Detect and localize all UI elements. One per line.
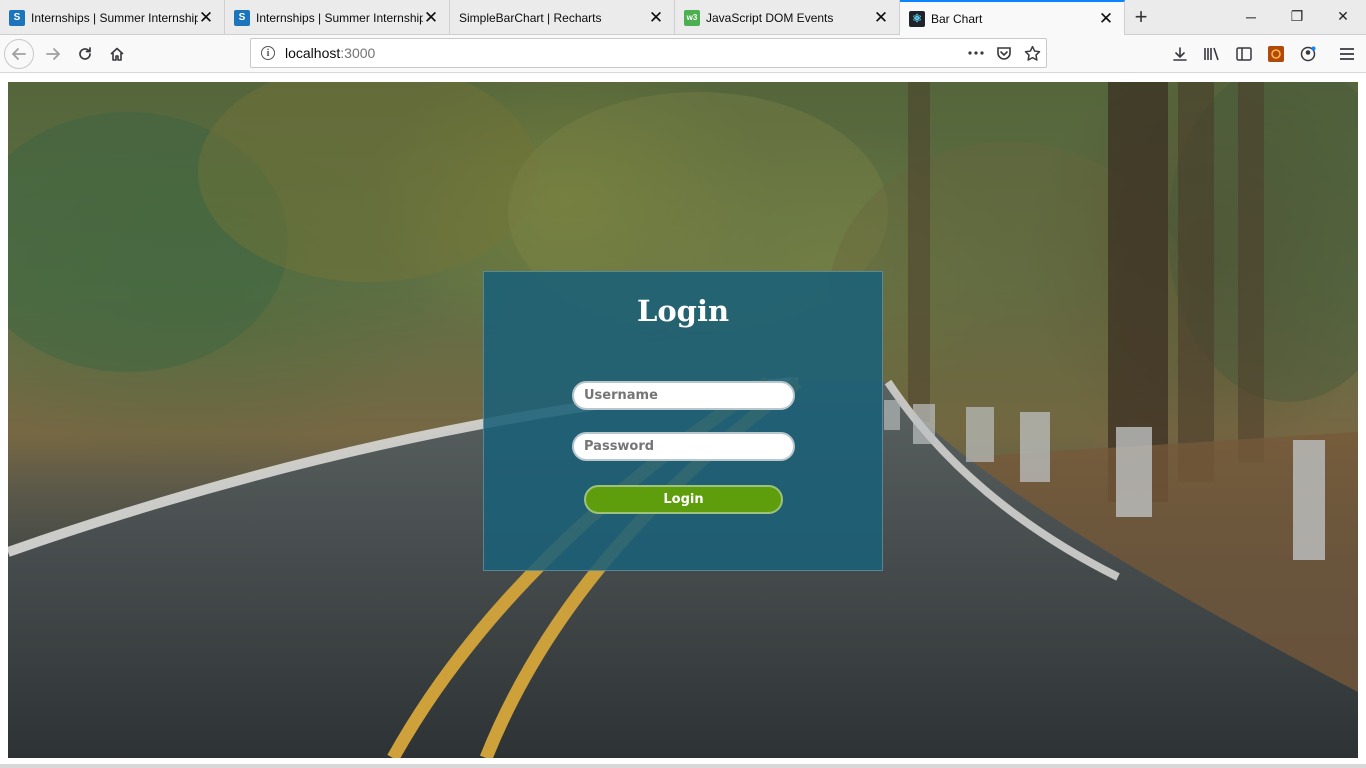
star-icon — [1024, 45, 1040, 61]
tab-internships-1[interactable]: S Internships | Summer Internships ✕ — [0, 0, 225, 35]
forward-arrow-icon — [46, 48, 60, 60]
tab-close-icon[interactable]: ✕ — [648, 8, 664, 27]
forward-button[interactable] — [38, 39, 68, 69]
w3schools-favicon-icon: w3 — [684, 9, 700, 26]
navigation-toolbar: i localhost:3000 — [0, 35, 1366, 73]
tab-title: Bar Chart — [931, 11, 983, 26]
reload-icon — [79, 47, 91, 60]
bookmark-button[interactable] — [1018, 39, 1046, 67]
more-dots-icon — [968, 51, 984, 55]
downloads-button[interactable] — [1165, 39, 1195, 69]
tab-title: SimpleBarChart | Recharts — [459, 10, 602, 25]
sidebar-icon — [1236, 47, 1252, 61]
tab-bar-chart[interactable]: ⚛ Bar Chart ✕ — [900, 0, 1125, 35]
tab-close-icon[interactable]: ✕ — [873, 8, 889, 27]
login-panel: Login Login — [483, 271, 883, 571]
page-actions-button[interactable] — [962, 39, 990, 67]
tab-strip: S Internships | Summer Internships ✕ S I… — [0, 0, 1366, 35]
login-title: Login — [636, 294, 730, 328]
password-input[interactable] — [572, 432, 795, 461]
back-button[interactable] — [4, 39, 34, 69]
tab-close-icon[interactable]: ✕ — [198, 8, 214, 27]
account-icon — [1300, 46, 1316, 62]
tab-internships-2[interactable]: S Internships | Summer Internships ✕ — [225, 0, 450, 35]
url-bar[interactable]: i localhost:3000 — [250, 38, 1047, 68]
new-tab-button[interactable]: + — [1128, 4, 1154, 30]
account-button[interactable] — [1293, 39, 1323, 69]
bottom-edge — [0, 764, 1366, 768]
tab-close-icon[interactable]: ✕ — [1098, 9, 1114, 28]
library-icon — [1204, 47, 1219, 61]
username-input[interactable] — [572, 381, 795, 410]
hamburger-menu-icon — [1340, 48, 1354, 60]
home-icon — [110, 47, 124, 61]
home-button[interactable] — [102, 39, 132, 69]
restore-button[interactable]: ❐ — [1274, 0, 1320, 33]
tab-title: JavaScript DOM Events — [706, 10, 834, 25]
reload-button[interactable] — [70, 39, 100, 69]
close-window-button[interactable]: ✕ — [1320, 0, 1366, 33]
tab-title: Internships | Summer Internships — [31, 10, 198, 25]
login-button[interactable]: Login — [584, 485, 783, 514]
pocket-button[interactable] — [990, 39, 1018, 67]
internshala-favicon-icon: S — [234, 9, 250, 26]
react-favicon-icon: ⚛ — [909, 10, 925, 27]
url-host: localhost — [285, 45, 341, 61]
tab-recharts[interactable]: SimpleBarChart | Recharts ✕ — [450, 0, 675, 35]
tab-title: Internships | Summer Internships — [256, 10, 423, 25]
tab-close-icon[interactable]: ✕ — [423, 8, 439, 27]
back-arrow-icon — [12, 48, 26, 60]
internshala-favicon-icon: S — [9, 9, 25, 26]
sidebar-button[interactable] — [1229, 39, 1259, 69]
url-port: :3000 — [340, 45, 376, 61]
tab-dom-events[interactable]: w3 JavaScript DOM Events ✕ — [675, 0, 900, 35]
library-button[interactable] — [1197, 39, 1227, 69]
minimize-button[interactable]: ─ — [1228, 0, 1274, 33]
download-icon — [1173, 47, 1187, 61]
pocket-icon — [997, 47, 1011, 60]
extension-icon — [1268, 46, 1284, 62]
site-info-icon[interactable]: i — [261, 46, 275, 60]
extension-button[interactable] — [1261, 39, 1291, 69]
menu-button[interactable] — [1332, 39, 1362, 69]
